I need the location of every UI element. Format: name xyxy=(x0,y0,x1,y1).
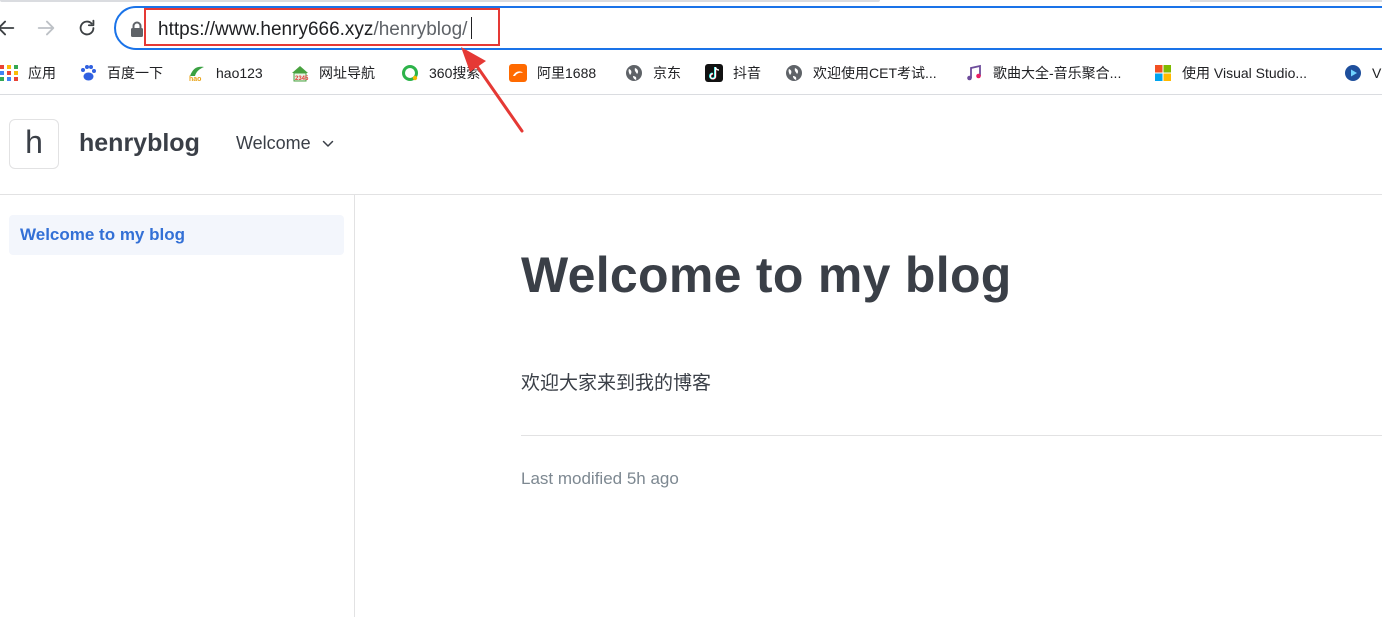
text-caret xyxy=(471,17,473,39)
bookmark-label: V xyxy=(1372,65,1382,81)
bookmark-label: 网址导航 xyxy=(319,65,375,81)
music-note-icon xyxy=(965,64,983,82)
bookmark-label: 欢迎使用CET考试... xyxy=(813,65,937,81)
2345-house-icon: 2345 xyxy=(291,64,309,82)
globe-icon xyxy=(625,64,643,82)
forward-button[interactable] xyxy=(28,10,64,46)
bookmark-1688[interactable]: 阿里1688 xyxy=(509,60,596,86)
360-search-icon xyxy=(401,64,419,82)
page-body-text: 欢迎大家来到我的博客 xyxy=(521,372,712,394)
bookmark-jd[interactable]: 京东 xyxy=(625,60,681,86)
last-modified-text: Last modified 5h ago xyxy=(521,469,679,488)
bookmark-label: 抖音 xyxy=(733,65,761,81)
bookmark-baidu[interactable]: 百度一下 xyxy=(79,60,163,86)
tab-strip xyxy=(0,0,1382,4)
bookmark-label: 应用 xyxy=(28,65,56,81)
tab-edge xyxy=(0,0,880,2)
globe-icon xyxy=(785,64,803,82)
reload-button[interactable] xyxy=(69,10,105,46)
sidebar: Welcome to my blog xyxy=(0,195,355,617)
url-path: /henryblog/ xyxy=(373,19,468,40)
bookmark-douyin[interactable]: 抖音 xyxy=(705,60,761,86)
bookmark-apps[interactable]: 应用 xyxy=(0,60,56,86)
forward-arrow-icon xyxy=(37,20,55,36)
play-circle-icon xyxy=(1344,64,1362,82)
bookmark-label: 京东 xyxy=(653,65,681,81)
reload-icon xyxy=(79,19,95,36)
site-header: h henryblog Welcome xyxy=(0,95,1382,194)
bookmark-music[interactable]: 歌曲大全-音乐聚合... xyxy=(965,60,1121,86)
bookmark-label: hao123 xyxy=(216,65,263,81)
bookmark-hao123[interactable]: hao hao123 xyxy=(188,60,263,86)
nav-welcome-label: Welcome xyxy=(236,133,311,153)
url-host: https://www.henry666.xyz xyxy=(158,19,374,40)
back-button[interactable] xyxy=(0,10,24,46)
alibaba-icon xyxy=(509,64,527,82)
site-logo[interactable]: h xyxy=(9,119,59,169)
site-title[interactable]: henryblog xyxy=(79,129,200,158)
nav-welcome-dropdown[interactable]: Welcome xyxy=(236,133,335,154)
content-divider xyxy=(521,435,1382,436)
apps-grid-icon xyxy=(0,64,18,82)
browser-toolbar: https://www.henry666.xyz/henryblog/ xyxy=(0,0,1382,56)
bookmarks-bar: 应用 百度一下 hao hao123 2345 网址导航 360搜索 阿里168… xyxy=(0,58,1382,90)
bookmark-label: 百度一下 xyxy=(107,65,163,81)
baidu-paw-icon xyxy=(79,64,97,82)
bookmark-cet[interactable]: 欢迎使用CET考试... xyxy=(785,60,937,86)
address-bar[interactable]: https://www.henry666.xyz/henryblog/ xyxy=(114,6,1382,50)
svg-text:hao: hao xyxy=(189,76,201,82)
bookmark-2345[interactable]: 2345 网址导航 xyxy=(291,60,375,86)
bookmark-label: 阿里1688 xyxy=(537,65,597,81)
url-text[interactable]: https://www.henry666.xyz/henryblog/ xyxy=(158,17,473,42)
lock-icon xyxy=(131,21,143,37)
microsoft-logo-icon xyxy=(1154,64,1172,82)
bookmark-label: 使用 Visual Studio... xyxy=(1182,65,1308,81)
chevron-down-icon xyxy=(322,140,333,147)
hao123-icon: hao xyxy=(188,64,206,82)
svg-text:2345: 2345 xyxy=(295,76,309,82)
page-title: Welcome to my blog xyxy=(521,247,1012,303)
bookmark-visual-studio[interactable]: 使用 Visual Studio... xyxy=(1154,60,1307,86)
bookmark-360[interactable]: 360搜索 xyxy=(401,60,480,86)
back-arrow-icon xyxy=(0,20,15,36)
sidebar-item-welcome[interactable]: Welcome to my blog xyxy=(9,215,344,255)
tab-edge xyxy=(1190,0,1382,2)
tiktok-icon xyxy=(705,64,723,82)
bookmark-v[interactable]: V xyxy=(1344,60,1381,86)
bookmark-label: 歌曲大全-音乐聚合... xyxy=(993,65,1122,81)
bookmark-label: 360搜索 xyxy=(429,65,481,81)
